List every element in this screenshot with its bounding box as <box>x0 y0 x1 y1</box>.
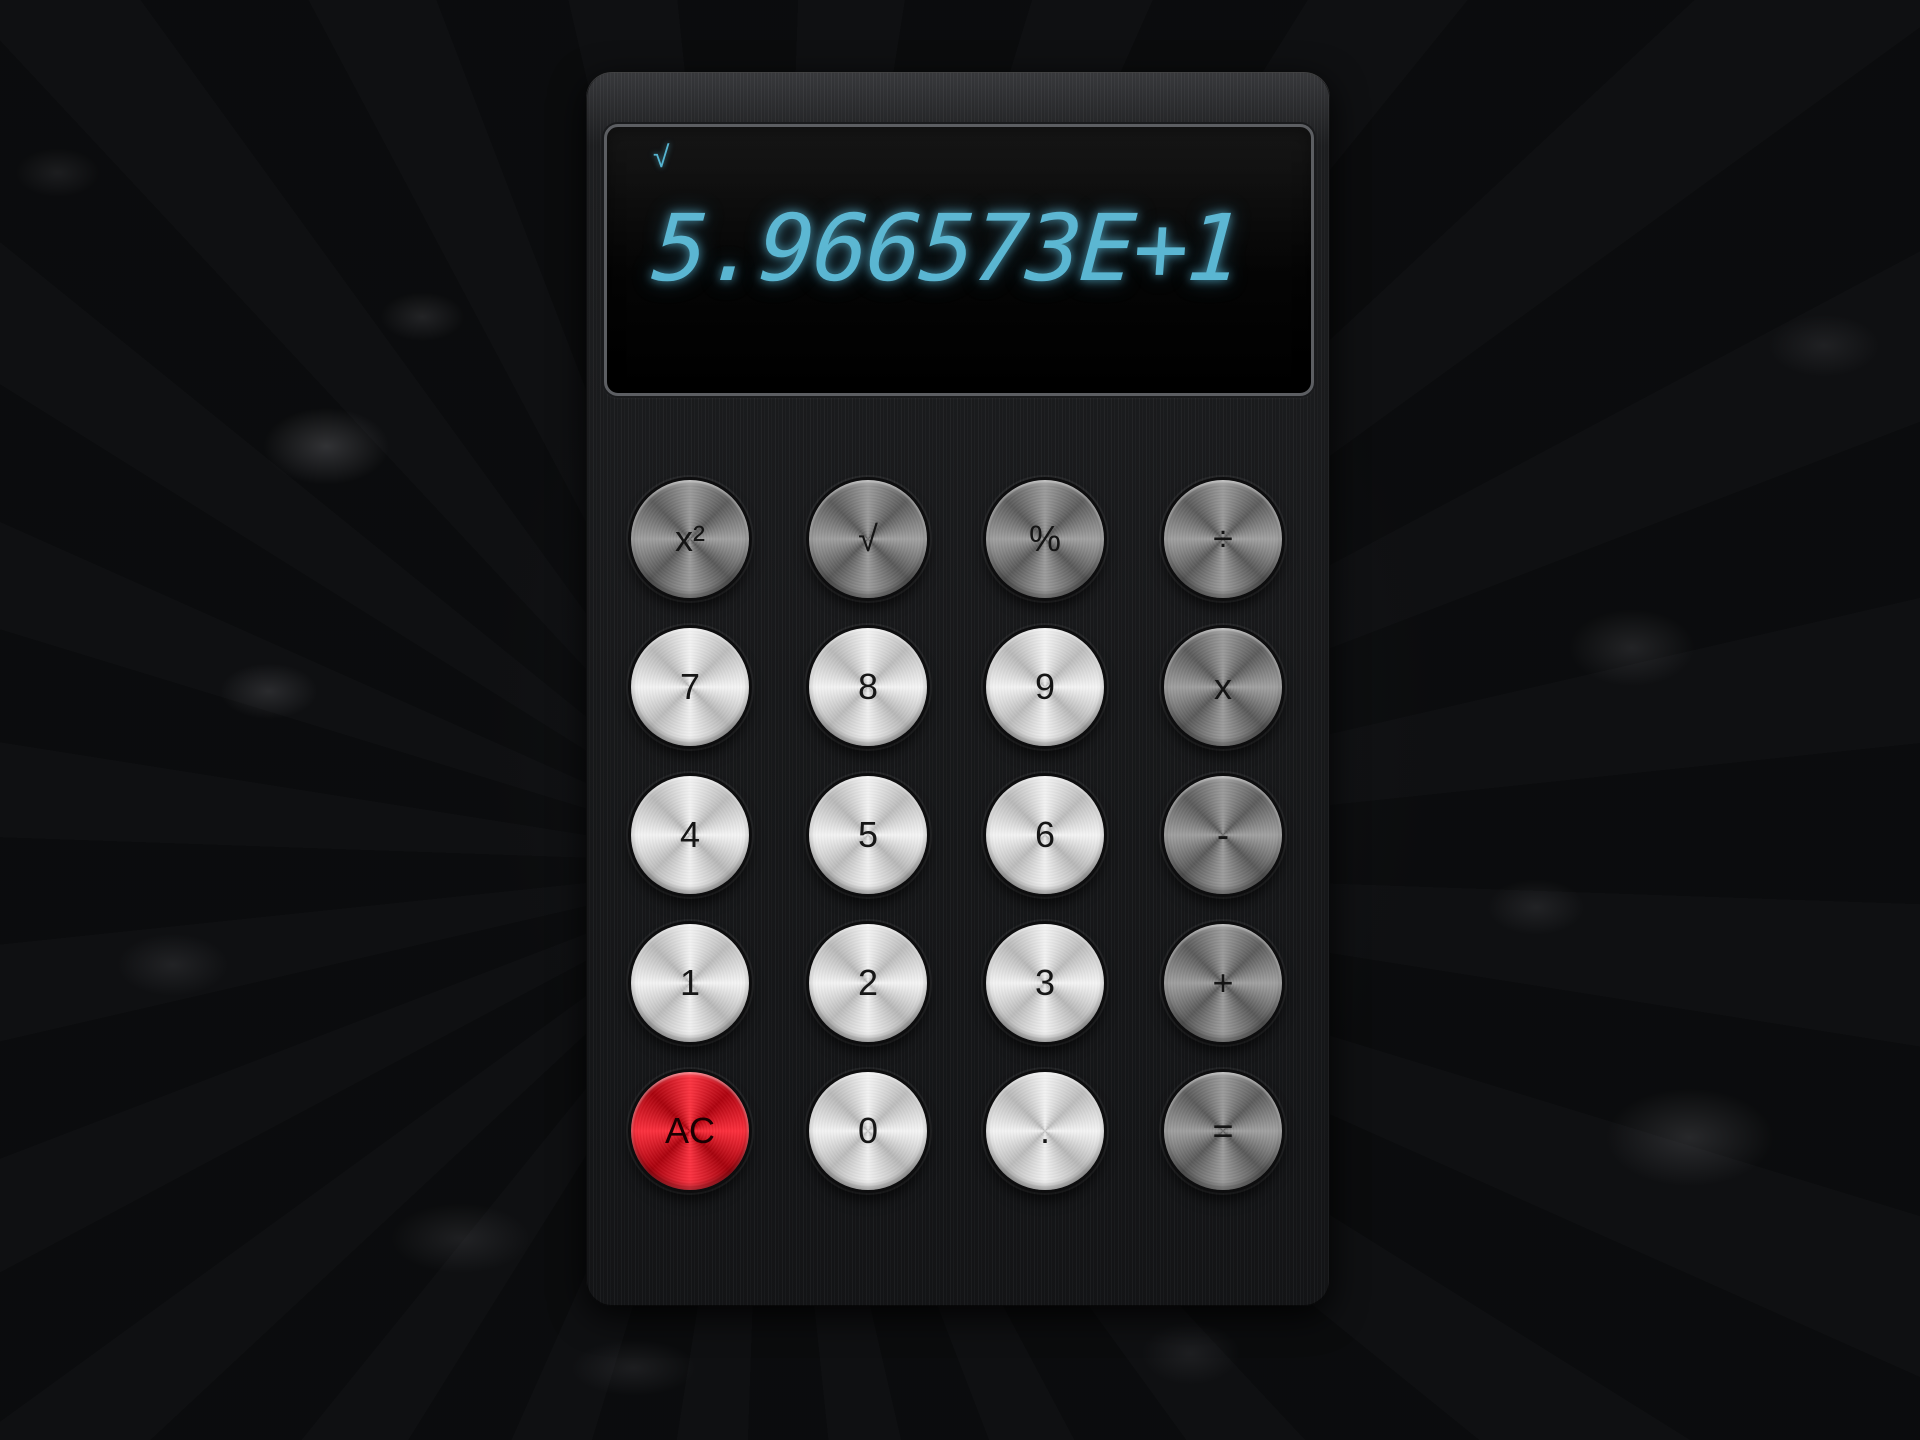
decimal-point-button[interactable]: . <box>986 1072 1104 1190</box>
add-button[interactable]: + <box>1164 924 1282 1042</box>
digit-0-button[interactable]: 0 <box>809 1072 927 1190</box>
digit-2-button[interactable]: 2 <box>809 924 927 1042</box>
square-button[interactable]: x² <box>631 480 749 598</box>
digit-6-button[interactable]: 6 <box>986 776 1104 894</box>
equals-button[interactable]: = <box>1164 1072 1282 1190</box>
keypad: x² √ % ÷ 7 8 9 x 4 5 6 - 1 2 3 + AC 0 . … <box>586 72 1330 1306</box>
digit-8-button[interactable]: 8 <box>809 628 927 746</box>
digit-3-button[interactable]: 3 <box>986 924 1104 1042</box>
calculator-body: √ 5.966573E+1 x² √ % ÷ 7 8 9 x 4 5 6 - 1… <box>586 72 1330 1306</box>
square-root-button[interactable]: √ <box>809 480 927 598</box>
digit-7-button[interactable]: 7 <box>631 628 749 746</box>
divide-button[interactable]: ÷ <box>1164 480 1282 598</box>
subtract-button[interactable]: - <box>1164 776 1282 894</box>
digit-9-button[interactable]: 9 <box>986 628 1104 746</box>
digit-5-button[interactable]: 5 <box>809 776 927 894</box>
multiply-button[interactable]: x <box>1164 628 1282 746</box>
digit-4-button[interactable]: 4 <box>631 776 749 894</box>
all-clear-button[interactable]: AC <box>631 1072 749 1190</box>
percent-button[interactable]: % <box>986 480 1104 598</box>
digit-1-button[interactable]: 1 <box>631 924 749 1042</box>
